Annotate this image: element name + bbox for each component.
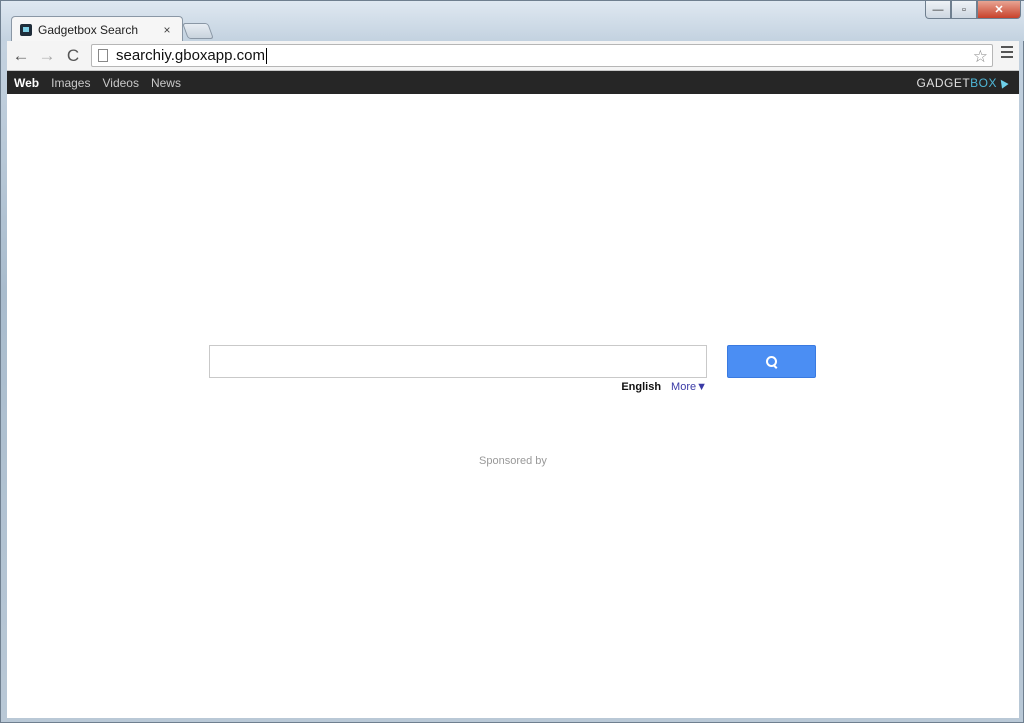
top-navigation-bar: Web Images Videos News GADGETBOX xyxy=(7,71,1019,94)
search-icon xyxy=(765,355,778,368)
tab-close-icon[interactable]: × xyxy=(160,23,174,37)
address-bar[interactable]: searchiy.gboxapp.com ☆ xyxy=(91,44,993,67)
page-content: Web Images Videos News GADGETBOX English… xyxy=(7,71,1019,718)
nav-images-link[interactable]: Images xyxy=(51,76,90,90)
more-languages-link[interactable]: More▼ xyxy=(671,381,707,393)
bookmark-star-icon[interactable]: ☆ xyxy=(973,47,988,67)
tab-gadgetbox-search[interactable]: Gadgetbox Search × xyxy=(11,16,183,42)
nav-videos-link[interactable]: Videos xyxy=(102,76,138,90)
text-caret xyxy=(265,47,267,64)
language-label: English xyxy=(621,381,662,393)
window-controls: — ▫ ✕ xyxy=(925,1,1021,19)
close-window-button[interactable]: ✕ xyxy=(977,1,1021,19)
site-favicon-icon xyxy=(20,23,32,36)
logo-text-gadget: GADGET xyxy=(916,76,971,90)
browser-toolbar: ← → C searchiy.gboxapp.com ☆ xyxy=(7,41,1019,71)
cursor-logo-icon xyxy=(997,77,1009,89)
nav-news-link[interactable]: News xyxy=(151,76,181,90)
maximize-button[interactable]: ▫ xyxy=(951,1,977,19)
language-selector: English More▼ xyxy=(607,380,707,394)
gadgetbox-logo: GADGETBOX xyxy=(916,76,1009,90)
browser-window: Gadgetbox Search × — ▫ ✕ ← → C searchiy.… xyxy=(0,0,1024,723)
nav-web-link[interactable]: Web xyxy=(14,76,39,90)
reload-button[interactable]: C xyxy=(61,44,85,68)
tab-title: Gadgetbox Search xyxy=(38,22,139,37)
search-input[interactable] xyxy=(209,345,707,378)
forward-button[interactable]: → xyxy=(35,44,59,68)
url-text: searchiy.gboxapp.com xyxy=(116,47,265,64)
page-icon xyxy=(98,49,108,62)
chrome-menu-icon[interactable] xyxy=(1001,46,1013,58)
minimize-button[interactable]: — xyxy=(925,1,951,19)
search-button[interactable] xyxy=(727,345,816,378)
new-tab-button[interactable] xyxy=(182,23,214,39)
back-button[interactable]: ← xyxy=(9,44,33,68)
logo-text-box: BOX xyxy=(970,76,997,90)
sponsored-by-text: Sponsored by xyxy=(479,455,547,467)
